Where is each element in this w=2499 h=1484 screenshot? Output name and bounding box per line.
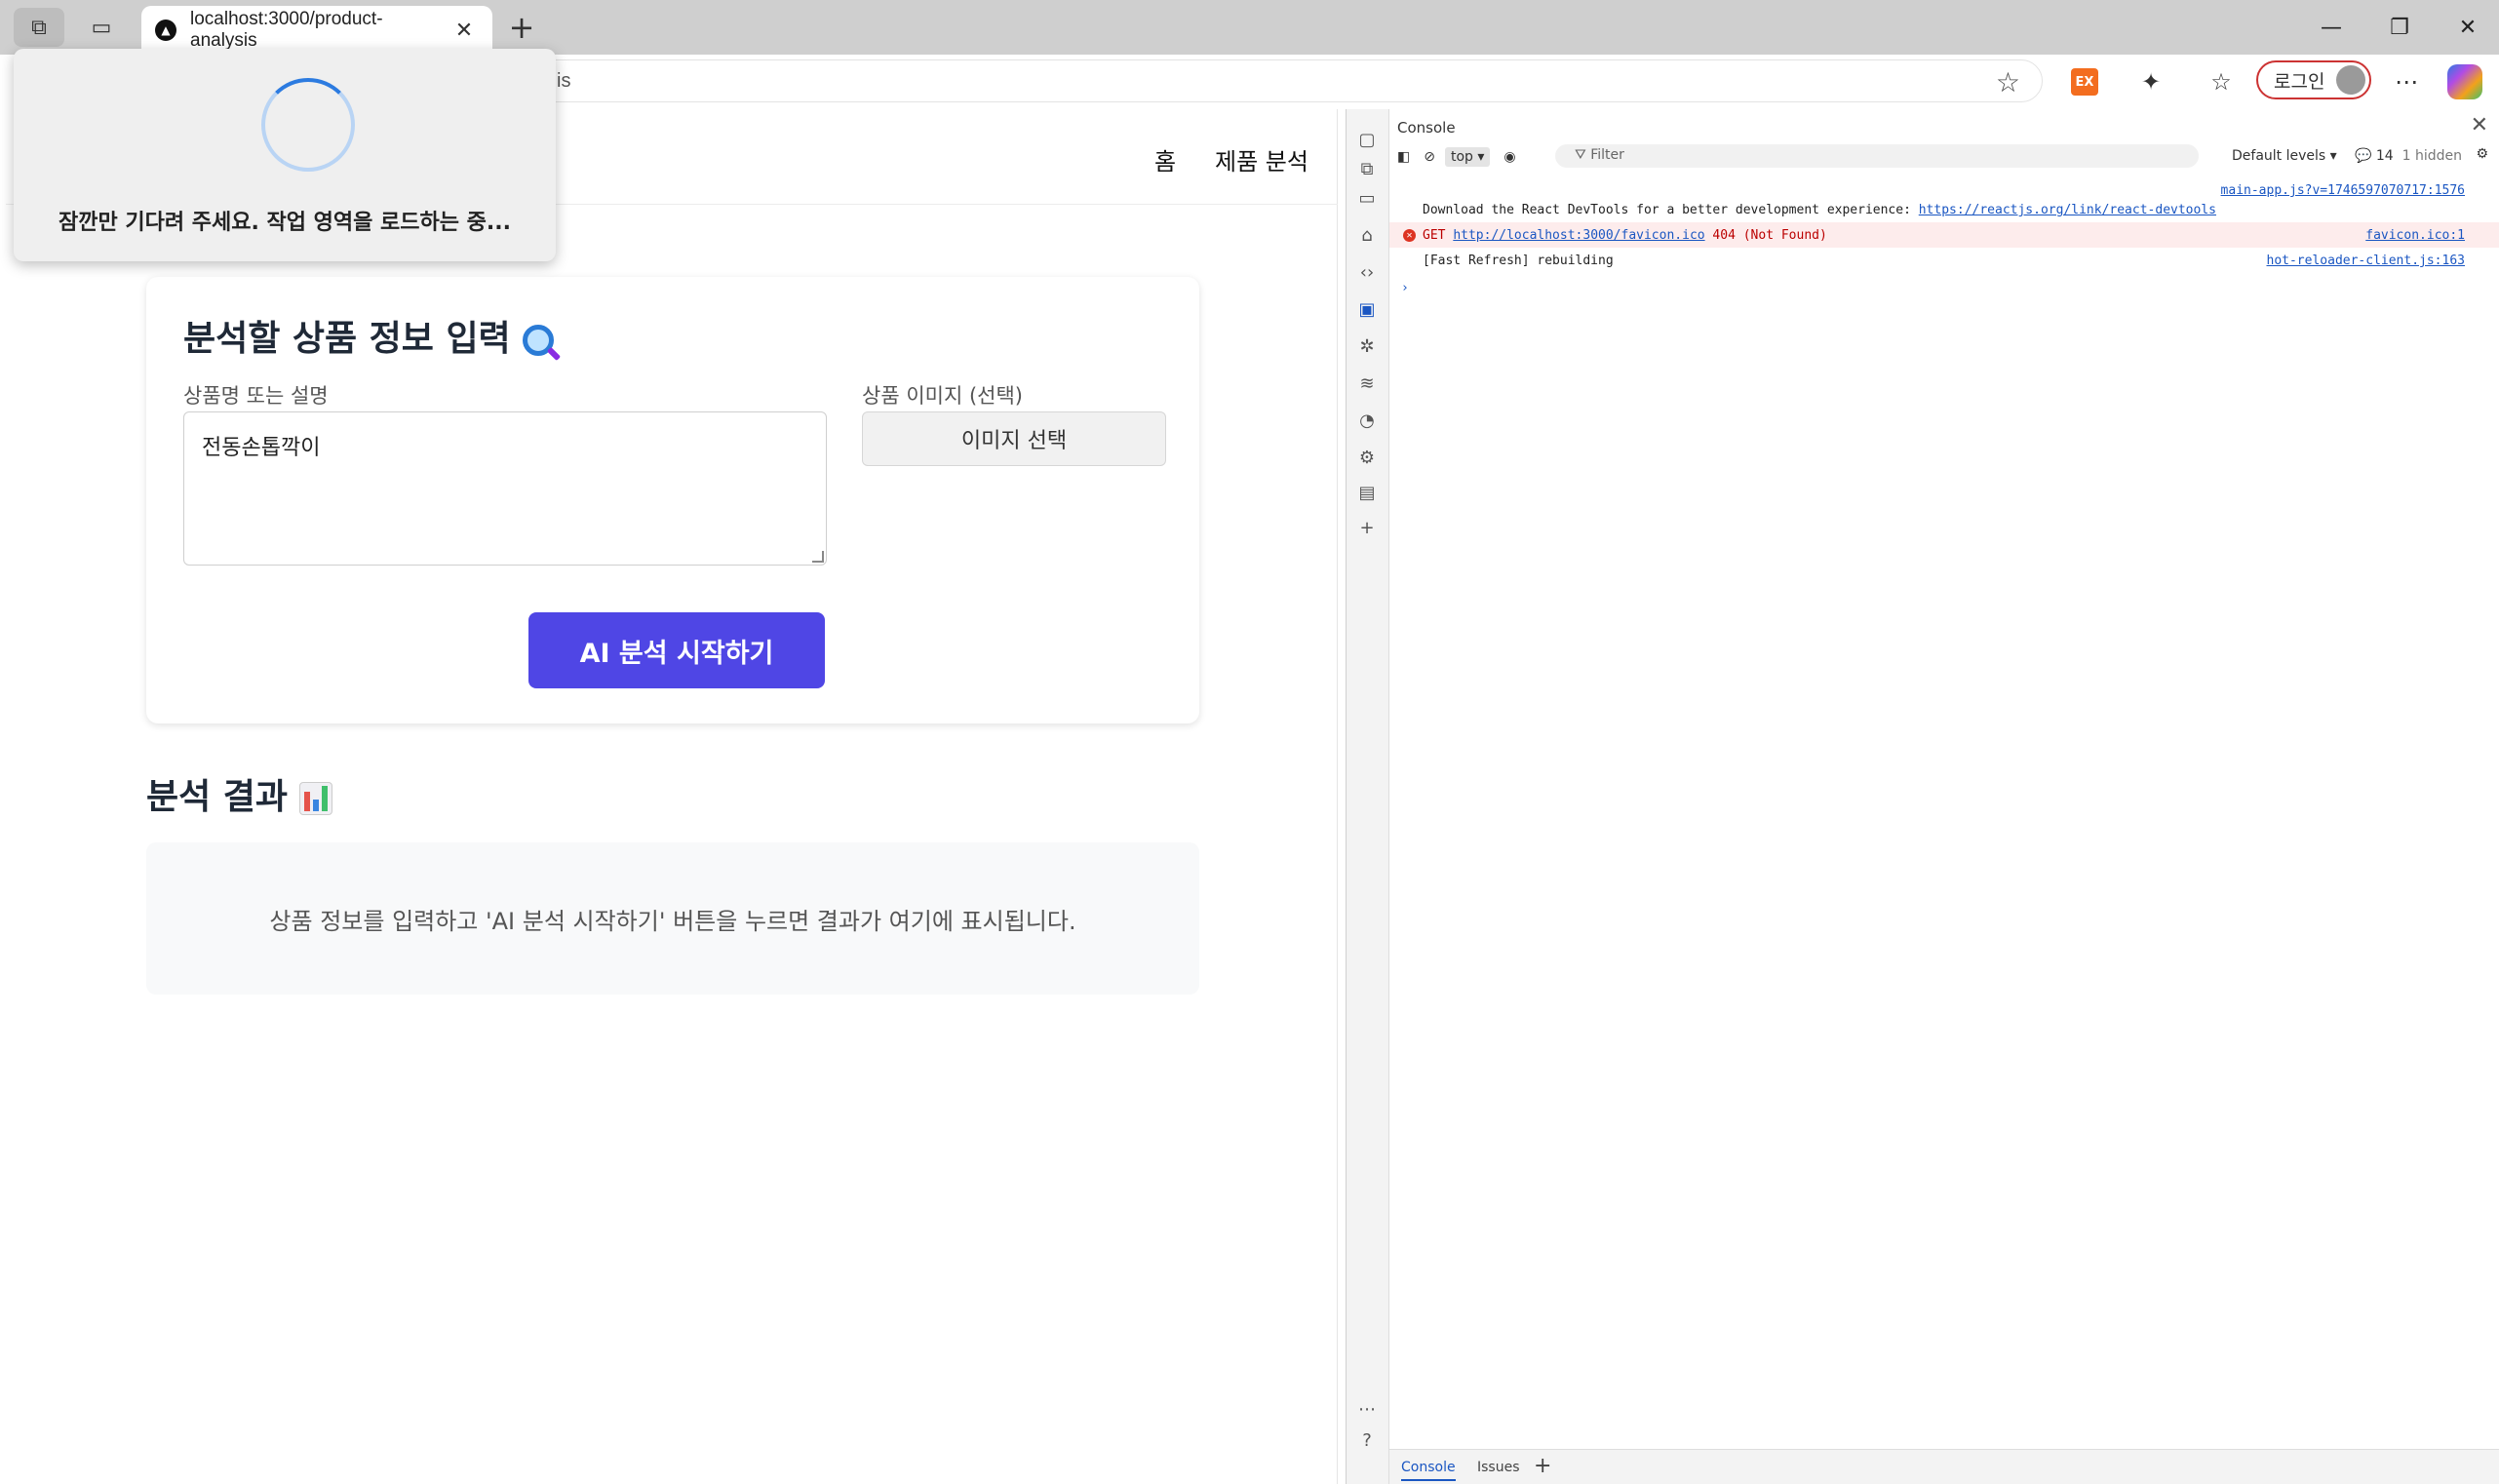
drawer-tab-issues[interactable]: Issues bbox=[1477, 1460, 1520, 1475]
console-log-line: [Fast Refresh] rebuilding hot-reloader-c… bbox=[1389, 248, 2499, 273]
add-drawer-tab-icon[interactable]: + bbox=[1534, 1454, 1551, 1478]
image-field-label: 상품 이미지 (선택) bbox=[862, 384, 1023, 408]
new-tab-button[interactable]: + bbox=[497, 8, 546, 47]
drawer-tabs: Console Issues + bbox=[1389, 1449, 2499, 1484]
error-source-link[interactable]: favicon.ico:1 bbox=[2365, 228, 2465, 243]
console-log-line: Download the React DevTools for a better… bbox=[1389, 177, 2499, 222]
application-icon[interactable]: ▤ bbox=[1354, 480, 1380, 505]
more-menu-icon[interactable]: ⋯ bbox=[2387, 62, 2426, 101]
device-toolbar-icon[interactable]: ▢ bbox=[1354, 127, 1380, 152]
extensions-puzzle-icon[interactable]: ✦ bbox=[2131, 62, 2170, 101]
clear-console-icon[interactable]: ⊘ bbox=[1424, 149, 1435, 165]
workspaces-icon[interactable]: ⧉ bbox=[14, 8, 64, 47]
name-field-label: 상품명 또는 설명 bbox=[183, 384, 329, 408]
console-prompt[interactable]: › bbox=[1389, 275, 2499, 300]
log-link[interactable]: https://reactjs.org/link/react-devtools bbox=[1919, 203, 2216, 217]
results-placeholder-box: 상품 정보를 입력하고 'AI 분석 시작하기' 버튼을 누르면 결과가 여기에… bbox=[146, 842, 1199, 995]
error-icon: ✕ bbox=[1403, 229, 1416, 242]
performance-icon[interactable]: ◔ bbox=[1354, 408, 1380, 433]
resize-handle-icon[interactable] bbox=[812, 551, 824, 563]
tab-favicon-icon: ▲ bbox=[155, 20, 176, 41]
log-levels-label: Default levels bbox=[2232, 148, 2326, 164]
console-title: Console bbox=[1397, 119, 1456, 137]
results-title-text: 분석 결과 bbox=[146, 777, 289, 817]
address-bar[interactable]: is ☆ bbox=[322, 59, 2043, 102]
console-filter-input[interactable]: ⛛ Filter bbox=[1555, 144, 2199, 168]
console-error-line: ✕ GET http://localhost:3000/favicon.ico … bbox=[1389, 222, 2499, 248]
context-value: top bbox=[1450, 149, 1473, 165]
restore-icon[interactable]: ❐ bbox=[2365, 0, 2434, 55]
loading-message: 잠깐만 기다려 주세요. 작업 영역을 로드하는 중... bbox=[59, 211, 511, 235]
form-title-text: 분석할 상품 정보 입력 bbox=[183, 319, 511, 359]
form-title: 분석할 상품 정보 입력 bbox=[183, 310, 554, 361]
browser-tab[interactable]: ▲ localhost:3000/product-analysis ✕ bbox=[141, 6, 492, 55]
magnifier-icon bbox=[522, 325, 554, 356]
results-title: 분석 결과 bbox=[146, 768, 333, 819]
dock-icon[interactable]: ▭ bbox=[1354, 185, 1380, 211]
login-label: 로그인 bbox=[2274, 70, 2325, 93]
nav-product-analysis-link[interactable]: 제품 분석 bbox=[1215, 142, 1308, 176]
loading-spinner-icon bbox=[261, 78, 355, 172]
devtools-console: Console ✕ ◧ ⊘ top ▾ ◉ ⛛ Filter Default l… bbox=[1389, 109, 2499, 1484]
live-expression-eye-icon[interactable]: ◉ bbox=[1503, 149, 1515, 165]
nav-home-link[interactable]: 홈 bbox=[1154, 142, 1176, 176]
console-header: Console ✕ bbox=[1389, 109, 2499, 140]
vertical-tabs-icon[interactable]: ▭ bbox=[76, 8, 127, 47]
network-wifi-icon[interactable]: ≋ bbox=[1354, 371, 1380, 396]
log-text: [Fast Refresh] rebuilding bbox=[1423, 254, 1614, 268]
context-selector[interactable]: top ▾ bbox=[1444, 147, 1491, 167]
page-content: 홈 제품 분석 분석할 상품 정보 입력 상품명 또는 설명 전동손톱깍이 상품… bbox=[6, 109, 1338, 1484]
log-text: Download the React DevTools for a better… bbox=[1423, 203, 1919, 217]
extension-ex-icon[interactable]: EX bbox=[2071, 68, 2098, 96]
product-description-textarea[interactable]: 전동손톱깍이 bbox=[183, 411, 827, 566]
error-prefix: GET bbox=[1423, 228, 1454, 243]
tab-close-icon[interactable]: ✕ bbox=[449, 19, 479, 43]
bar-chart-icon bbox=[299, 782, 333, 815]
address-text: is bbox=[557, 70, 571, 92]
minimize-icon[interactable]: — bbox=[2297, 0, 2365, 55]
login-button[interactable]: 로그인 bbox=[2256, 60, 2371, 99]
devtools-panel: ▢ ⧉ ▭ ⌂ ‹› ▣ ✲ ≋ ◔ ⚙ ▤ + ⋯ ? Console ✕ ◧… bbox=[1346, 109, 2499, 1484]
devtools-close-icon[interactable]: ✕ bbox=[2471, 113, 2488, 137]
add-tool-icon[interactable]: + bbox=[1354, 515, 1380, 540]
log-source-link[interactable]: hot-reloader-client.js:163 bbox=[2267, 254, 2466, 268]
filter-placeholder: Filter bbox=[1590, 147, 1624, 163]
devtools-sidebar: ▢ ⧉ ▭ ⌂ ‹› ▣ ✲ ≋ ◔ ⚙ ▤ + ⋯ ? bbox=[1347, 109, 1389, 1484]
start-analysis-button[interactable]: AI 분석 시작하기 bbox=[528, 612, 825, 688]
console-toolbar: ◧ ⊘ top ▾ ◉ ⛛ Filter Default levels ▾ 💬 … bbox=[1389, 142, 2499, 172]
textarea-value: 전동손톱깍이 bbox=[202, 436, 321, 460]
log-source-link[interactable]: main-app.js?v=1746597070717:1576 bbox=[2221, 183, 2465, 198]
avatar bbox=[2336, 65, 2365, 95]
browser-titlebar: ⧉ ▭ ▲ localhost:3000/product-analysis ✕ … bbox=[0, 0, 2499, 55]
settings-gear-icon[interactable]: ⚙ bbox=[1354, 445, 1380, 470]
message-count[interactable]: 💬 14 1 hidden bbox=[2355, 148, 2462, 164]
error-text: 404 (Not Found) bbox=[1704, 228, 1827, 243]
hidden-count: 1 hidden bbox=[2401, 148, 2463, 164]
input-card: 분석할 상품 정보 입력 상품명 또는 설명 전동손톱깍이 상품 이미지 (선택… bbox=[146, 277, 1199, 723]
log-levels-dropdown[interactable]: Default levels ▾ bbox=[2232, 148, 2337, 164]
workspace-loading-popup: 잠깐만 기다려 주세요. 작업 영역을 로드하는 중... bbox=[14, 49, 556, 261]
favorites-icon[interactable]: ☆ bbox=[2202, 62, 2241, 101]
select-image-button[interactable]: 이미지 선택 bbox=[862, 411, 1166, 466]
more-tools-icon[interactable]: ⋯ bbox=[1354, 1396, 1380, 1422]
console-icon[interactable]: ▣ bbox=[1354, 296, 1380, 322]
error-link[interactable]: http://localhost:3000/favicon.ico bbox=[1453, 228, 1704, 243]
elements-code-icon[interactable]: ‹› bbox=[1354, 259, 1380, 285]
favorite-star-icon[interactable]: ☆ bbox=[1996, 66, 2020, 98]
help-icon[interactable]: ? bbox=[1354, 1427, 1380, 1453]
close-window-icon[interactable]: ✕ bbox=[2434, 0, 2499, 55]
sources-bug-icon[interactable]: ✲ bbox=[1354, 333, 1380, 359]
sidebar-toggle-icon[interactable]: ◧ bbox=[1397, 149, 1410, 165]
console-settings-icon[interactable]: ⚙ bbox=[2476, 146, 2488, 162]
copilot-icon[interactable] bbox=[2447, 64, 2482, 99]
inspect-icon[interactable]: ⧉ bbox=[1354, 156, 1380, 181]
tab-title: localhost:3000/product-analysis bbox=[190, 9, 383, 51]
welcome-home-icon[interactable]: ⌂ bbox=[1354, 222, 1380, 248]
drawer-tab-console[interactable]: Console bbox=[1401, 1460, 1456, 1481]
message-count-value: 14 bbox=[2375, 148, 2394, 164]
